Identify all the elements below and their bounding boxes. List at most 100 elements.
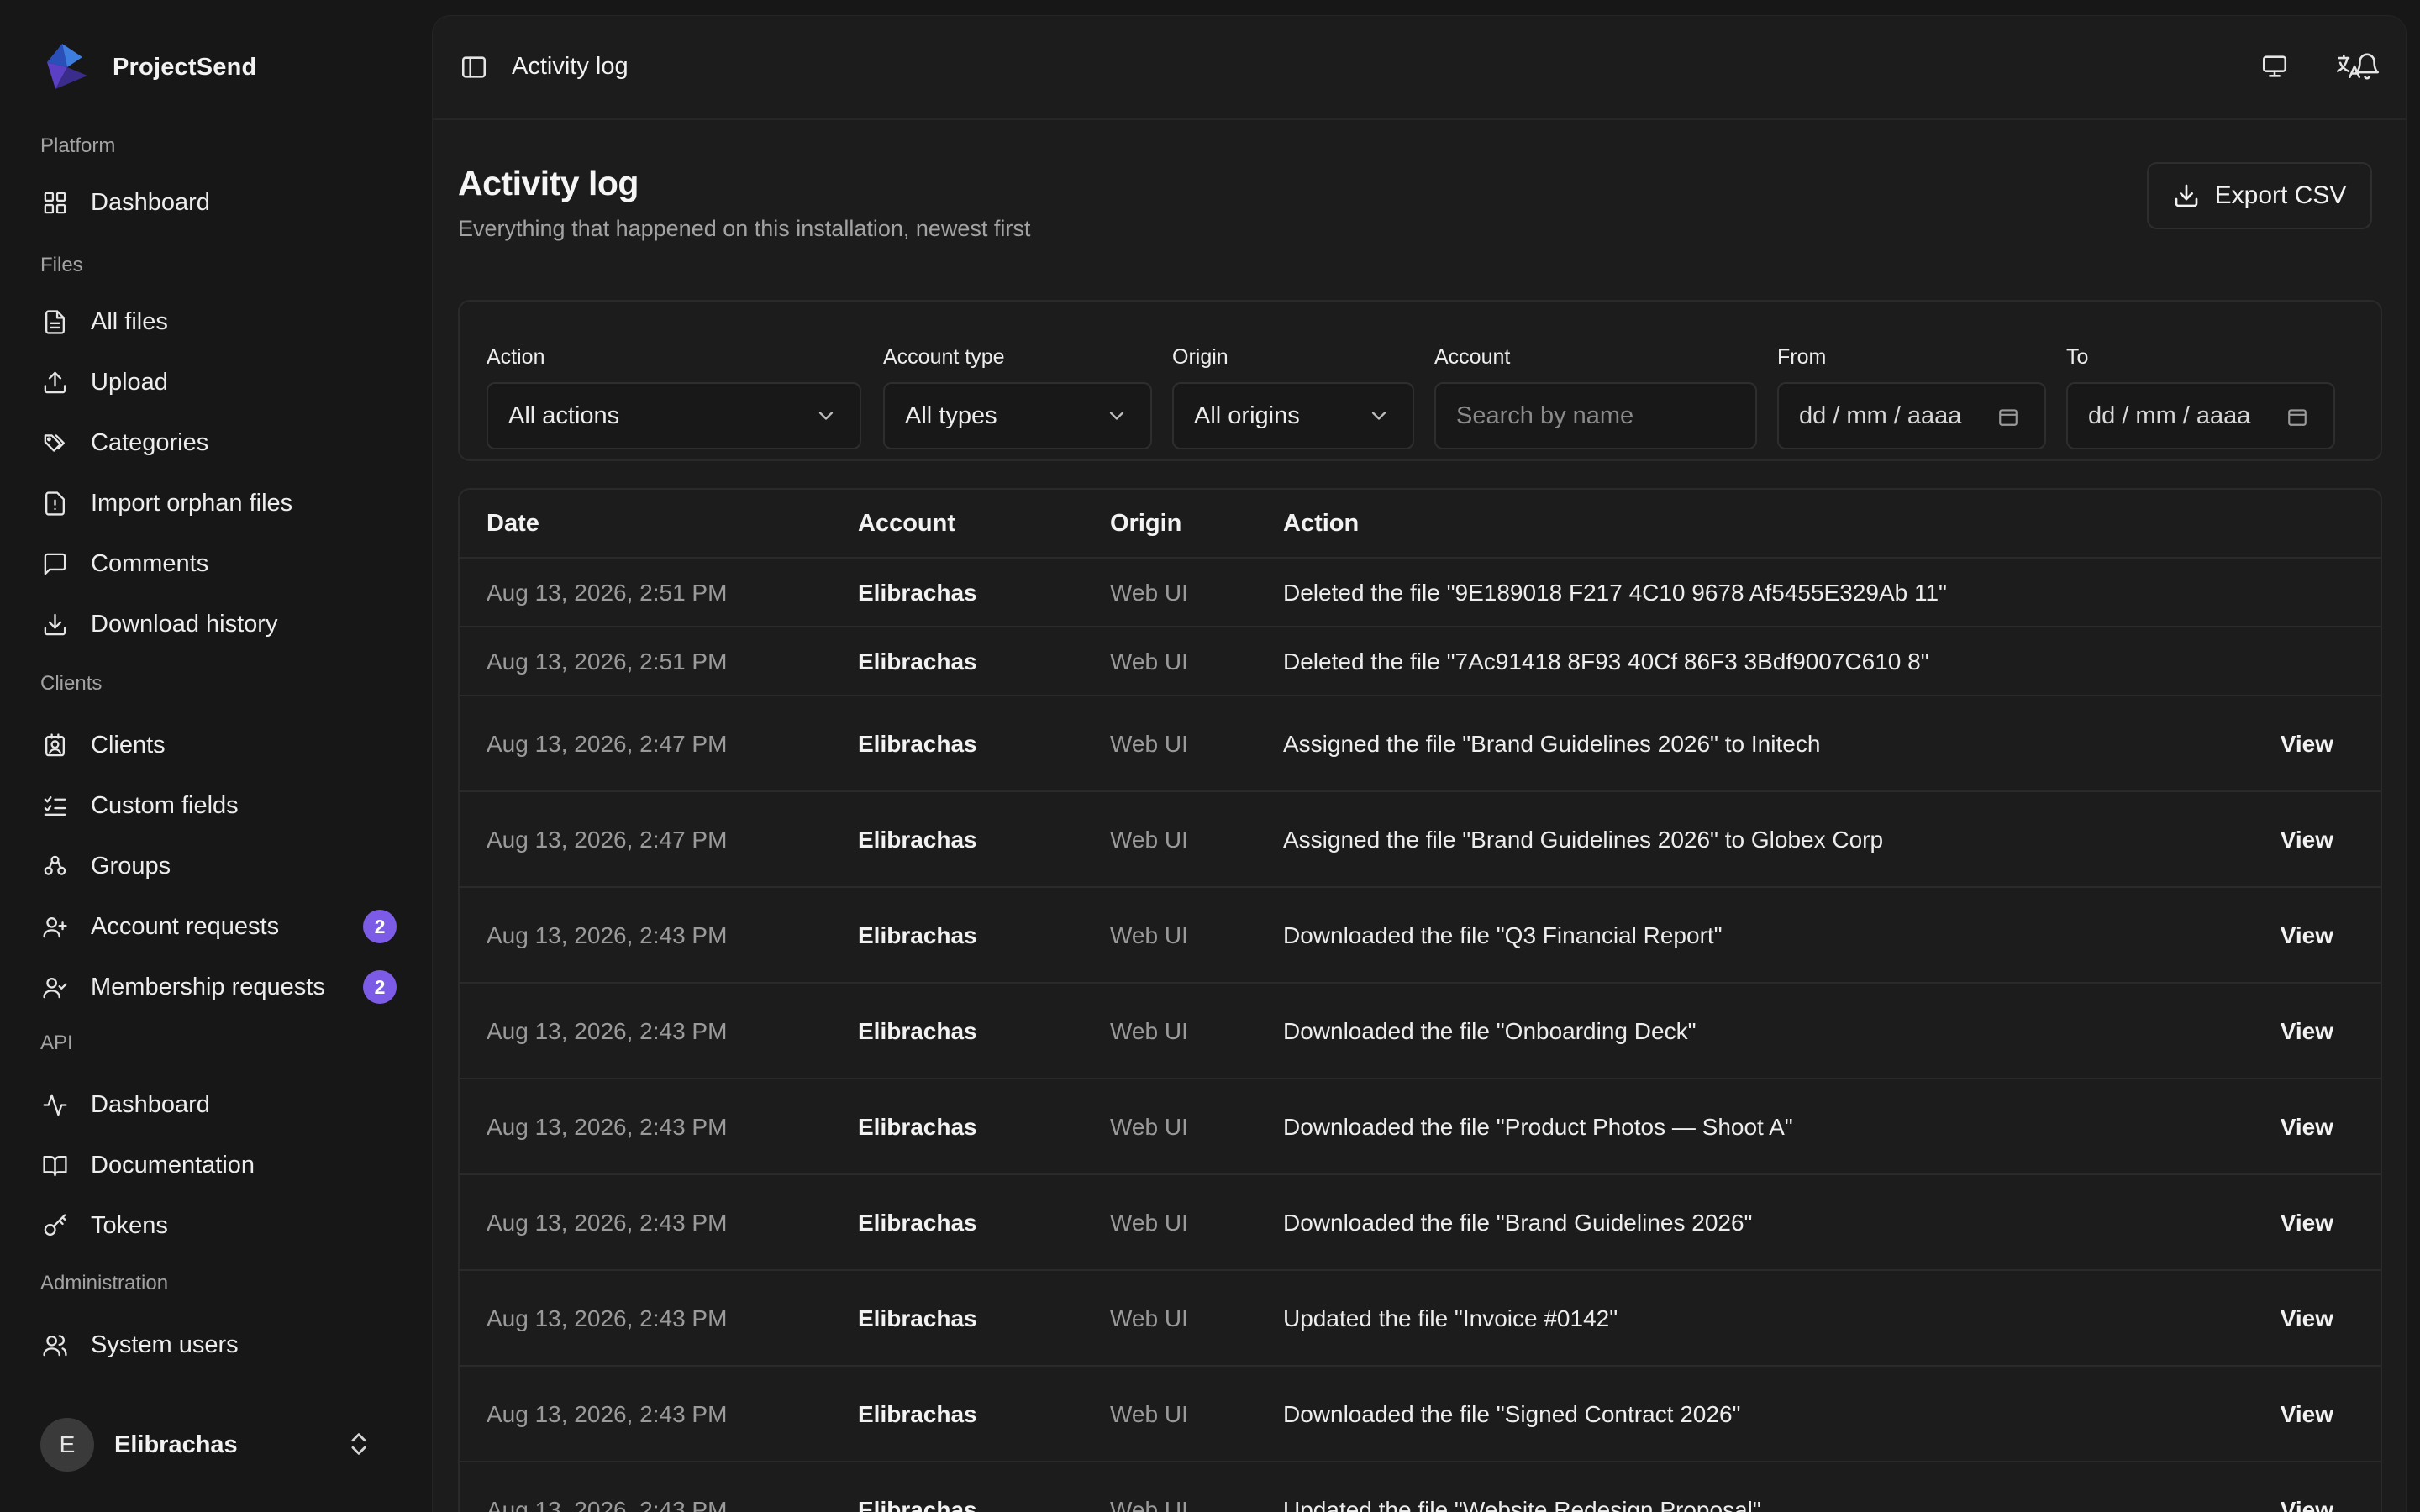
calendar-icon[interactable]: [2286, 406, 2308, 428]
table-row[interactable]: Aug 13, 2026, 2:51 PM Elibrachas Web UI Del…: [460, 559, 2381, 627]
cell-account: Elibrachas: [858, 827, 977, 853]
cell-date: Aug 13, 2026, 2:51 PM: [487, 648, 728, 675]
display-button[interactable]: [2258, 50, 2291, 83]
cell-date: Aug 13, 2026, 2:43 PM: [487, 1401, 728, 1427]
activity-icon: [40, 1090, 69, 1119]
cell-account: Elibrachas: [858, 1018, 977, 1044]
brand[interactable]: ProjectSend: [44, 37, 256, 97]
view-link[interactable]: View: [2281, 1210, 2333, 1236]
cell-origin: Web UI: [1110, 1497, 1188, 1512]
sidebar-item-clients[interactable]: Clients: [24, 719, 407, 771]
from-date-input[interactable]: dd / mm / aaaa: [1777, 382, 2046, 449]
language-button[interactable]: [2332, 50, 2365, 83]
origin-select[interactable]: All origins: [1172, 382, 1414, 449]
cell-action: Downloaded the file "Q3 Financial Report…: [1283, 922, 1723, 948]
topbar: Activity log: [433, 16, 2406, 120]
file-alert-icon: [40, 489, 69, 517]
calendar-icon[interactable]: [1997, 406, 2019, 428]
view-link[interactable]: View: [2281, 1305, 2333, 1332]
sidebar-item-label: Groups: [91, 852, 171, 879]
table-row[interactable]: Aug 13, 2026, 2:43 PM Elibrachas Web UI Upd…: [460, 1271, 2381, 1367]
cell-origin: Web UI: [1110, 922, 1188, 948]
view-link[interactable]: View: [2281, 1018, 2333, 1045]
main-panel: Activity log Activity log Everything tha…: [432, 15, 2407, 1512]
user-check-icon: [40, 973, 69, 1001]
column-header-origin[interactable]: Origin: [1110, 510, 1181, 538]
translate-icon: [2336, 54, 2361, 79]
column-header-date[interactable]: Date: [487, 510, 539, 538]
export-csv-button[interactable]: Export CSV: [2147, 162, 2372, 229]
cell-date: Aug 13, 2026, 2:43 PM: [487, 1114, 728, 1140]
sidebar-item-label: Upload: [91, 368, 168, 396]
table-row[interactable]: Aug 13, 2026, 2:47 PM Elibrachas Web UI Ass…: [460, 792, 2381, 888]
cell-account: Elibrachas: [858, 1114, 977, 1140]
sidebar-item-label: Download history: [91, 610, 278, 638]
origin-filter-label: Origin: [1172, 345, 1228, 369]
cell-origin: Web UI: [1110, 731, 1188, 757]
table-row[interactable]: Aug 13, 2026, 2:47 PM Elibrachas Web UI Ass…: [460, 696, 2381, 792]
sidebar-item-groups[interactable]: Groups: [24, 840, 407, 892]
sidebar-item-all-files[interactable]: All files: [24, 296, 407, 348]
sidebar-item-comments[interactable]: Comments: [24, 538, 407, 590]
cell-account: Elibrachas: [858, 1210, 977, 1236]
action-select[interactable]: All actions: [487, 382, 861, 449]
table-row[interactable]: Aug 13, 2026, 2:43 PM Elibrachas Web UI Dow…: [460, 888, 2381, 984]
account-type-select[interactable]: All types: [883, 382, 1152, 449]
account-type-select-value: All types: [905, 402, 997, 429]
action-select-value: All actions: [508, 402, 620, 429]
view-link[interactable]: View: [2281, 1497, 2333, 1512]
sidebar-item-upload[interactable]: Upload: [24, 356, 407, 408]
sidebar-item-label: Account requests: [91, 912, 280, 940]
sidebar-item-custom-fields[interactable]: Custom fields: [24, 780, 407, 832]
cell-action: Deleted the file "9E189018 F217 4C10 967…: [1283, 580, 1947, 606]
sidebar-item-membership-requests[interactable]: Membership requests 2: [24, 961, 407, 1013]
user-menu[interactable]: E Elibrachas: [24, 1413, 407, 1477]
table-row[interactable]: Aug 13, 2026, 2:43 PM Elibrachas Web UI Dow…: [460, 1367, 2381, 1462]
cell-action: Updated the file "Website Redesign Propo…: [1283, 1497, 1761, 1512]
count-badge: 2: [363, 910, 397, 943]
chevron-down-icon: [1109, 412, 1124, 420]
account-search-input[interactable]: Search by name: [1434, 382, 1757, 449]
cell-date: Aug 13, 2026, 2:43 PM: [487, 1210, 728, 1236]
column-header-action[interactable]: Action: [1283, 510, 1359, 538]
view-link[interactable]: View: [2281, 731, 2333, 758]
view-link[interactable]: View: [2281, 1114, 2333, 1141]
view-link[interactable]: View: [2281, 922, 2333, 949]
sidebar-item-import-orphan-files[interactable]: Import orphan files: [24, 477, 407, 529]
cell-action: Downloaded the file "Product Photos — Sh…: [1283, 1114, 1793, 1140]
sidebar-toggle-icon[interactable]: [460, 53, 488, 81]
cell-action: Downloaded the file "Brand Guidelines 20…: [1283, 1210, 1753, 1236]
sidebar-item-download-history[interactable]: Download history: [24, 598, 407, 650]
table-row[interactable]: Aug 13, 2026, 2:43 PM Elibrachas Web UI Upd…: [460, 1462, 2381, 1512]
user-plus-icon: [40, 912, 69, 941]
sidebar-item-dashboard[interactable]: Dashboard: [24, 176, 407, 228]
view-link[interactable]: View: [2281, 1401, 2333, 1428]
page-subtitle: Everything that happened on this install…: [458, 216, 1031, 241]
column-header-account[interactable]: Account: [858, 510, 955, 538]
sidebar-item-label: Import orphan files: [91, 489, 293, 517]
view-link[interactable]: View: [2281, 827, 2333, 853]
cell-origin: Web UI: [1110, 827, 1188, 853]
table-row[interactable]: Aug 13, 2026, 2:51 PM Elibrachas Web UI Del…: [460, 627, 2381, 696]
sidebar-item-account-requests[interactable]: Account requests 2: [24, 900, 407, 953]
comment-icon: [40, 549, 69, 578]
cell-date: Aug 13, 2026, 2:47 PM: [487, 731, 728, 757]
table-row[interactable]: Aug 13, 2026, 2:43 PM Elibrachas Web UI Dow…: [460, 984, 2381, 1079]
book-icon: [40, 1151, 69, 1179]
cell-account: Elibrachas: [858, 648, 977, 675]
sidebar-item-categories[interactable]: Categories: [24, 417, 407, 469]
sidebar-item-documentation[interactable]: Documentation: [24, 1139, 407, 1191]
cell-origin: Web UI: [1110, 580, 1188, 606]
table-row[interactable]: Aug 13, 2026, 2:43 PM Elibrachas Web UI Dow…: [460, 1079, 2381, 1175]
to-date-input[interactable]: dd / mm / aaaa: [2066, 382, 2335, 449]
table-row[interactable]: Aug 13, 2026, 2:43 PM Elibrachas Web UI Dow…: [460, 1175, 2381, 1271]
file-icon: [40, 307, 69, 336]
sidebar-item-label: Custom fields: [91, 791, 239, 819]
origin-select-value: All origins: [1194, 402, 1300, 429]
contact-icon: [40, 731, 69, 759]
sidebar-item-dashboard[interactable]: Dashboard: [24, 1079, 407, 1131]
from-date-label: From: [1777, 345, 1827, 369]
sidebar-item-system-users[interactable]: System users: [24, 1319, 407, 1371]
cell-date: Aug 13, 2026, 2:47 PM: [487, 827, 728, 853]
sidebar-item-tokens[interactable]: Tokens: [24, 1200, 407, 1252]
